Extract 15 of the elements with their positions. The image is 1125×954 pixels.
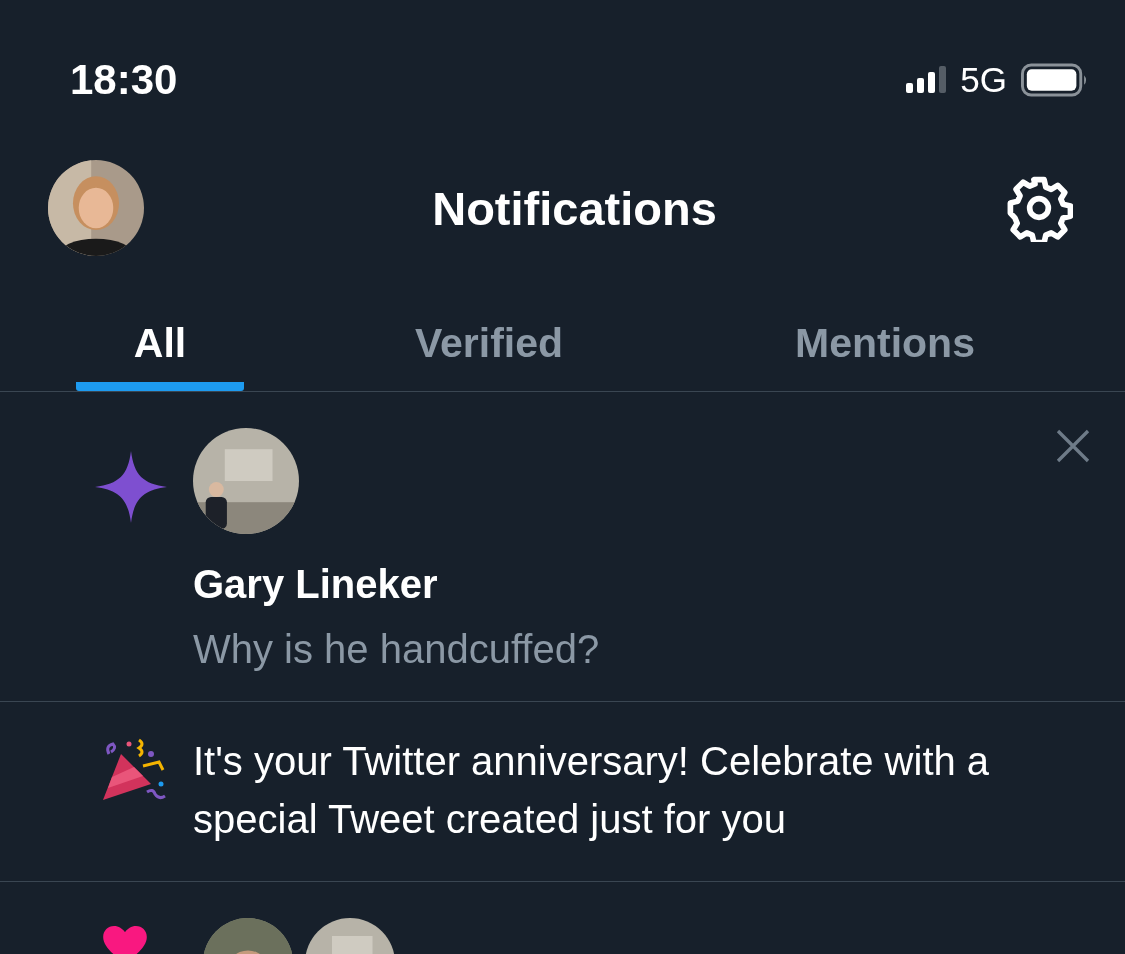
signal-icon [906,65,947,95]
battery-icon [1021,63,1089,97]
tab[interactable]: Mentions [750,296,1020,391]
page-title: Notifications [432,180,717,236]
close-icon [1055,428,1091,464]
close-button[interactable] [1055,428,1091,464]
settings-icon[interactable] [1005,174,1073,242]
tab[interactable]: All [76,296,244,391]
network-label: 5G [960,60,1007,100]
status-time: 18:30 [70,56,178,104]
heart-icon [103,926,147,954]
user-name: Gary Lineker [193,562,439,607]
tweet-text: Why is he handcuffed? [193,627,600,672]
tab[interactable]: Verified [374,296,604,391]
notification-text: It's your Twitter anniversary! Celebrate with a special Tweet created just for you [193,738,991,843]
